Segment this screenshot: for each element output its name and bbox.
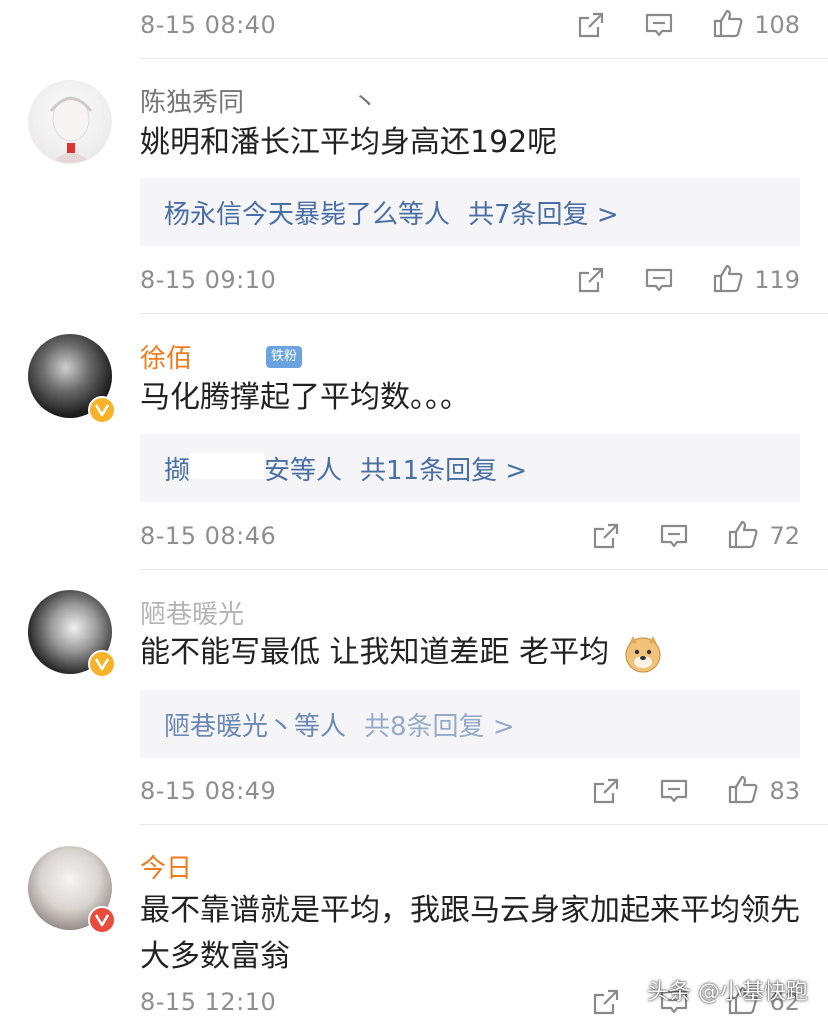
fan-badge: 铁粉 — [266, 345, 303, 368]
like-count: 119 — [754, 266, 800, 294]
verified-badge-icon — [88, 906, 116, 934]
reply-users: 杨永信今天暴毙了么等人 — [164, 199, 451, 230]
doge-emoji-icon — [623, 634, 663, 674]
verified-badge-icon — [88, 396, 116, 424]
comment-username[interactable]: 陋巷暖光 — [140, 594, 244, 631]
divider — [140, 58, 828, 59]
divider — [140, 313, 828, 314]
reply-users: 撷安等人 — [164, 450, 342, 487]
reply-icon[interactable] — [644, 265, 674, 295]
verified-badge-icon — [88, 650, 116, 678]
replies-summary[interactable]: 杨永信今天暴毙了么等人 共7条回复 > — [140, 178, 800, 246]
comment-time: 8-15 08:49 — [140, 777, 277, 805]
comment-actions: 108 — [576, 7, 800, 43]
reply-icon[interactable] — [659, 521, 689, 551]
reply-users: 陋巷暖光丶等人 — [164, 711, 347, 742]
comment-meta-row: 8-15 08:46 72 — [140, 516, 800, 556]
reply-icon[interactable] — [644, 10, 674, 40]
like-count: 72 — [769, 522, 800, 550]
share-icon[interactable] — [576, 265, 606, 295]
comment-text: 能不能写最低 让我知道差距 老平均 — [140, 632, 808, 674]
comment-username[interactable]: 徐佰 铁粉 — [140, 338, 303, 375]
comment-text: 最不靠谱就是平均，我跟马云身家加起来平均领先 大多数富翁 — [140, 893, 800, 974]
avatar[interactable] — [28, 80, 112, 164]
thumbs-up-icon — [712, 7, 744, 43]
thumbs-up-icon — [727, 518, 759, 554]
comment-meta-row: 8-15 08:49 83 — [140, 771, 800, 811]
comment-username[interactable]: 陈独秀同 丶 — [140, 82, 378, 119]
redacted-name-mask — [190, 452, 265, 479]
replies-summary[interactable]: 撷安等人 共11条回复 > — [140, 434, 800, 502]
like-count: 83 — [769, 777, 800, 805]
comment-meta-row: 8-15 09:10 119 — [140, 260, 800, 300]
share-icon[interactable] — [591, 987, 621, 1017]
comment-text: 姚明和潘长江平均身高还192呢 — [140, 125, 558, 160]
comment-time: 8-15 12:10 — [140, 988, 277, 1016]
redacted-name-mask — [244, 86, 345, 115]
thumbs-up-icon — [727, 773, 759, 809]
comment-meta-row: 8-15 08:40 108 — [140, 5, 800, 45]
comment-actions: 119 — [576, 262, 800, 298]
comment-time: 8-15 09:10 — [140, 266, 277, 294]
divider — [140, 569, 828, 570]
comment-username[interactable]: 今日 — [140, 848, 293, 885]
divider — [140, 824, 828, 825]
reply-icon[interactable] — [659, 776, 689, 806]
comment-text: 马化腾撑起了平均数。。。 — [140, 380, 470, 415]
comment-time: 8-15 08:46 — [140, 522, 277, 550]
reply-count-link[interactable]: 共11条回复 > — [360, 450, 527, 487]
comment-actions: 72 — [591, 518, 800, 554]
thumbs-up-icon — [712, 262, 744, 298]
comment-time: 8-15 08:40 — [140, 11, 277, 39]
comment-actions: 83 — [591, 773, 800, 809]
like-count: 108 — [754, 11, 800, 39]
share-icon[interactable] — [591, 521, 621, 551]
reply-count-link[interactable]: 共8条回复 > — [364, 706, 515, 743]
redacted-name-mask — [192, 342, 263, 371]
watermark: 头条 @小基快跑 — [647, 980, 808, 1005]
like-button[interactable]: 108 — [712, 7, 800, 43]
redacted-name-mask — [192, 852, 293, 881]
share-icon[interactable] — [576, 10, 606, 40]
like-button[interactable]: 83 — [727, 773, 800, 809]
share-icon[interactable] — [591, 776, 621, 806]
like-button[interactable]: 72 — [727, 518, 800, 554]
reply-count-link[interactable]: 共7条回复 > — [468, 194, 619, 231]
like-button[interactable]: 119 — [712, 262, 800, 298]
replies-summary[interactable]: 陋巷暖光丶等人 共8条回复 > — [140, 690, 800, 758]
